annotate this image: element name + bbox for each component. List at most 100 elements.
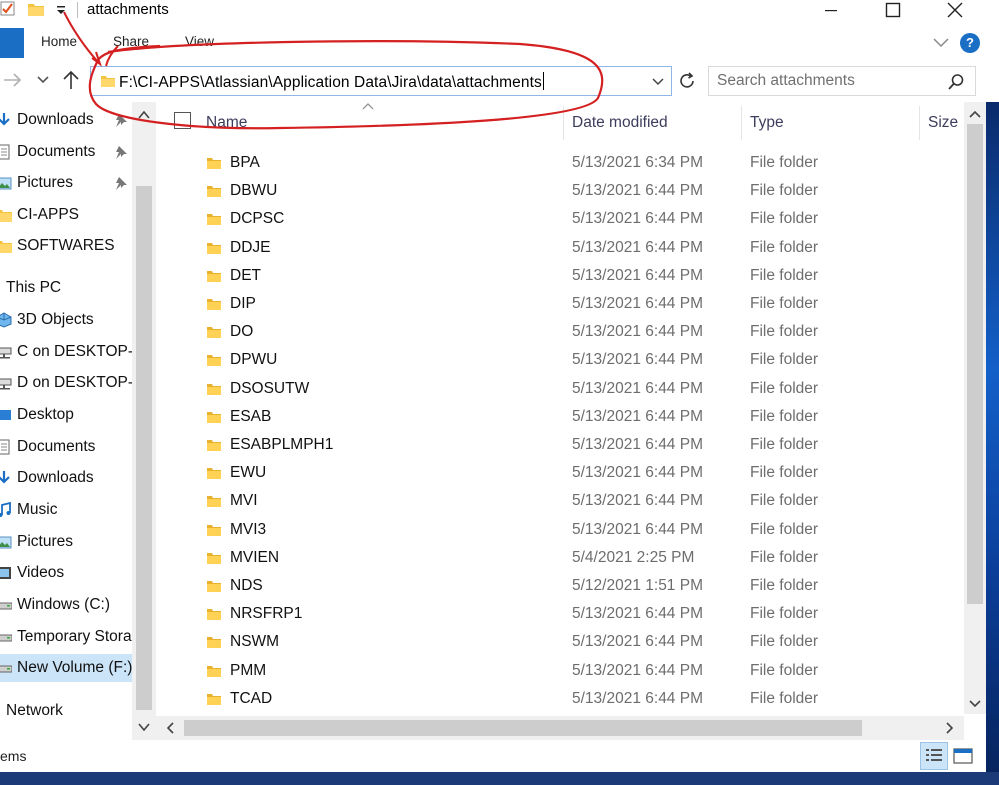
expand-ribbon-chevron-icon[interactable]: [932, 35, 950, 49]
help-button[interactable]: ?: [960, 33, 980, 53]
file-row[interactable]: MVI3 5/13/2021 6:44 PM File folder: [156, 516, 964, 544]
column-divider[interactable]: [741, 106, 742, 140]
navigation-pane-scrollbar[interactable]: [132, 102, 156, 740]
sidebar-item-softwares[interactable]: SOFTWARES: [0, 232, 132, 260]
close-button[interactable]: [932, 0, 978, 20]
file-type: File folder: [750, 548, 819, 566]
folder-icon: [207, 468, 221, 480]
tab-share[interactable]: Share: [113, 34, 149, 49]
folder-icon: [207, 524, 221, 536]
file-row[interactable]: DO 5/13/2021 6:44 PM File folder: [156, 318, 964, 346]
file-row[interactable]: ESAB 5/13/2021 6:44 PM File folder: [156, 403, 964, 431]
minimize-button[interactable]: [808, 0, 854, 20]
file-row[interactable]: ESABPLMPH1 5/13/2021 6:44 PM File folder: [156, 431, 964, 459]
sidebar-item-pictures[interactable]: Pictures: [0, 528, 132, 556]
tab-view[interactable]: View: [185, 34, 214, 49]
sidebar-item-3d-objects[interactable]: 3D Objects: [0, 306, 132, 334]
minimize-icon: [825, 10, 837, 12]
sidebar-item-downloads[interactable]: Downloads: [0, 106, 132, 134]
taskbar-edge: [0, 772, 999, 785]
file-row[interactable]: BPA 5/13/2021 6:34 PM File folder: [156, 149, 964, 177]
file-row[interactable]: DCPSC 5/13/2021 6:44 PM File folder: [156, 205, 964, 233]
details-view-button[interactable]: [920, 742, 948, 770]
file-row[interactable]: PMM 5/13/2021 6:44 PM File folder: [156, 657, 964, 685]
sidebar-item-c-on-desktop-j[interactable]: C on DESKTOP-J: [0, 338, 141, 366]
file-list-horizontal-scrollbar[interactable]: [156, 716, 964, 740]
sidebar-item-new-volume-f[interactable]: New Volume (F:): [0, 654, 132, 682]
file-row[interactable]: DBWU 5/13/2021 6:44 PM File folder: [156, 177, 964, 205]
select-all-checkbox[interactable]: [174, 112, 191, 129]
file-name: MVI3: [230, 520, 267, 538]
scroll-right-icon[interactable]: [946, 722, 954, 734]
maximize-button[interactable]: [870, 0, 916, 20]
file-row[interactable]: MVI 5/13/2021 6:44 PM File folder: [156, 487, 964, 515]
address-history-dropdown-icon[interactable]: [651, 77, 665, 87]
sidebar-item-d-on-desktop-j[interactable]: D on DESKTOP-J: [0, 369, 141, 397]
sidebar-item-documents[interactable]: Documents: [0, 138, 132, 166]
file-name: ESAB: [230, 407, 272, 425]
pin-icon[interactable]: [114, 145, 128, 159]
scroll-down-icon[interactable]: [138, 722, 150, 732]
column-name[interactable]: Name: [206, 114, 247, 132]
videos-icon: [0, 567, 11, 579]
recent-locations-chevron-icon[interactable]: [36, 74, 50, 86]
file-row[interactable]: DIP 5/13/2021 6:44 PM File folder: [156, 290, 964, 318]
file-row[interactable]: TCAD 5/13/2021 6:44 PM File folder: [156, 685, 964, 713]
file-row[interactable]: NDS 5/12/2021 1:51 PM File folder: [156, 572, 964, 600]
file-row[interactable]: DSOSUTW 5/13/2021 6:44 PM File folder: [156, 375, 964, 403]
sidebar-item-ci-apps[interactable]: CI-APPS: [0, 201, 132, 229]
sidebar-item-downloads[interactable]: Downloads: [0, 464, 132, 492]
download-arrow-icon: [0, 471, 10, 484]
details-view-icon: [926, 749, 942, 761]
forward-arrow-icon[interactable]: [2, 70, 24, 90]
sidebar-item-network[interactable]: Network: [0, 697, 132, 725]
file-row[interactable]: EWU 5/13/2021 6:44 PM File folder: [156, 459, 964, 487]
scroll-left-icon[interactable]: [166, 722, 174, 734]
sidebar-item-windows-c[interactable]: Windows (C:): [0, 591, 132, 619]
sidebar-item-documents[interactable]: Documents: [0, 433, 132, 461]
column-date-modified[interactable]: Date modified: [572, 114, 668, 132]
sidebar-item-this-pc[interactable]: This PC: [0, 274, 132, 302]
column-size[interactable]: Size: [928, 114, 958, 132]
pin-icon[interactable]: [114, 113, 128, 127]
file-date-modified: 5/13/2021 6:44 PM: [572, 295, 703, 312]
file-row[interactable]: DET 5/13/2021 6:44 PM File folder: [156, 262, 964, 290]
scroll-down-icon[interactable]: [969, 700, 981, 708]
search-input[interactable]: [717, 71, 937, 91]
up-arrow-icon[interactable]: [62, 70, 80, 90]
sidebar-item-desktop[interactable]: Desktop: [0, 401, 132, 429]
large-icons-view-icon[interactable]: [952, 746, 974, 766]
file-row[interactable]: DDJE 5/13/2021 6:44 PM File folder: [156, 234, 964, 262]
properties-check-icon[interactable]: [0, 1, 16, 17]
scroll-thumb[interactable]: [136, 186, 152, 710]
file-row[interactable]: MVIEN 5/4/2021 2:25 PM File folder: [156, 544, 964, 572]
scroll-thumb[interactable]: [184, 720, 862, 736]
tab-home[interactable]: Home: [41, 34, 77, 49]
column-divider[interactable]: [563, 106, 564, 140]
file-row[interactable]: NRSFRP1 5/13/2021 6:44 PM File folder: [156, 600, 964, 628]
file-tab[interactable]: [0, 28, 24, 58]
sidebar-item-music[interactable]: Music: [0, 496, 132, 524]
search-icon[interactable]: [947, 73, 965, 91]
folder-icon: [207, 411, 221, 423]
column-type[interactable]: Type: [750, 114, 784, 132]
scroll-thumb[interactable]: [967, 124, 983, 604]
folder-icon: [207, 383, 221, 395]
address-bar[interactable]: F:\CI-APPS\Atlassian\Application Data\Ji…: [90, 66, 672, 96]
address-path[interactable]: F:\CI-APPS\Atlassian\Application Data\Ji…: [119, 72, 544, 92]
file-name: DBWU: [230, 182, 278, 200]
pin-icon[interactable]: [114, 176, 128, 190]
sidebar-item-temporary-stora[interactable]: Temporary Stora: [0, 623, 132, 651]
file-list-vertical-scrollbar[interactable]: [964, 102, 986, 714]
scroll-up-icon[interactable]: [138, 110, 150, 120]
search-box[interactable]: [708, 66, 976, 96]
column-divider[interactable]: [919, 106, 920, 140]
scroll-up-icon[interactable]: [969, 110, 981, 118]
file-row[interactable]: DPWU 5/13/2021 6:44 PM File folder: [156, 346, 964, 374]
new-folder-icon[interactable]: [28, 2, 44, 16]
customize-quick-access-dropdown-icon[interactable]: [54, 2, 68, 18]
refresh-button[interactable]: [674, 67, 700, 95]
sidebar-item-videos[interactable]: Videos: [0, 559, 132, 587]
file-row[interactable]: NSWM 5/13/2021 6:44 PM File folder: [156, 628, 964, 656]
sidebar-item-pictures[interactable]: Pictures: [0, 169, 132, 197]
